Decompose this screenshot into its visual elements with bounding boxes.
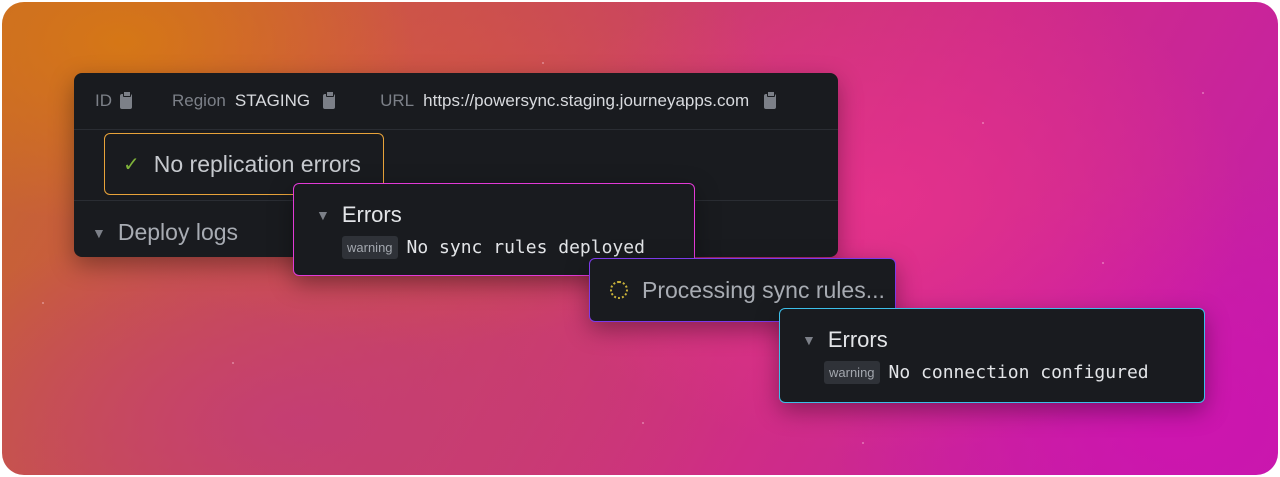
- errors-toggle[interactable]: ▼ Errors: [316, 202, 402, 228]
- triangle-down-icon: ▼: [316, 207, 330, 223]
- error-item: warning No sync rules deployed: [342, 236, 645, 259]
- copy-url-icon[interactable]: [764, 90, 777, 109]
- errors-toggle[interactable]: ▼ Errors: [802, 327, 888, 353]
- warning-badge: warning: [342, 236, 398, 259]
- region-value: STAGING: [234, 91, 311, 110]
- background-speck: [232, 362, 234, 364]
- check-icon: ✓: [123, 153, 140, 176]
- instance-meta-bar: ID Region STAGING URL https://powersync.…: [74, 73, 838, 130]
- spinner-icon: [610, 281, 628, 299]
- url-value: https://powersync.staging.journeyapps.co…: [423, 91, 750, 110]
- background-speck: [1102, 262, 1104, 264]
- id-label: ID: [95, 91, 112, 110]
- errors-title: Errors: [827, 327, 888, 352]
- error-item: warning No connection configured: [824, 361, 1149, 384]
- error-message: No connection configured: [888, 362, 1149, 383]
- background-speck: [542, 62, 544, 64]
- replication-status-text: No replication errors: [153, 150, 361, 177]
- copy-region-icon[interactable]: [323, 90, 336, 109]
- warning-badge: warning: [824, 361, 880, 384]
- copy-id-icon[interactable]: [120, 90, 132, 109]
- background-speck: [42, 302, 44, 304]
- processing-text: Processing sync rules...: [642, 276, 885, 303]
- url-label: URL: [380, 91, 415, 110]
- region-label: Region: [172, 91, 226, 110]
- background-speck: [982, 122, 984, 124]
- background-speck: [1202, 92, 1204, 94]
- triangle-down-icon: ▼: [802, 332, 816, 348]
- errors-title: Errors: [341, 202, 402, 227]
- triangle-down-icon: ▼: [92, 224, 106, 241]
- connection-errors-panel: ▼ Errors warning No connection configure…: [779, 308, 1205, 403]
- deploy-logs-toggle[interactable]: ▼ Deploy logs: [92, 219, 238, 246]
- deploy-logs-label: Deploy logs: [117, 219, 239, 245]
- background-speck: [642, 422, 644, 424]
- background-speck: [862, 442, 864, 444]
- error-message: No sync rules deployed: [406, 237, 645, 258]
